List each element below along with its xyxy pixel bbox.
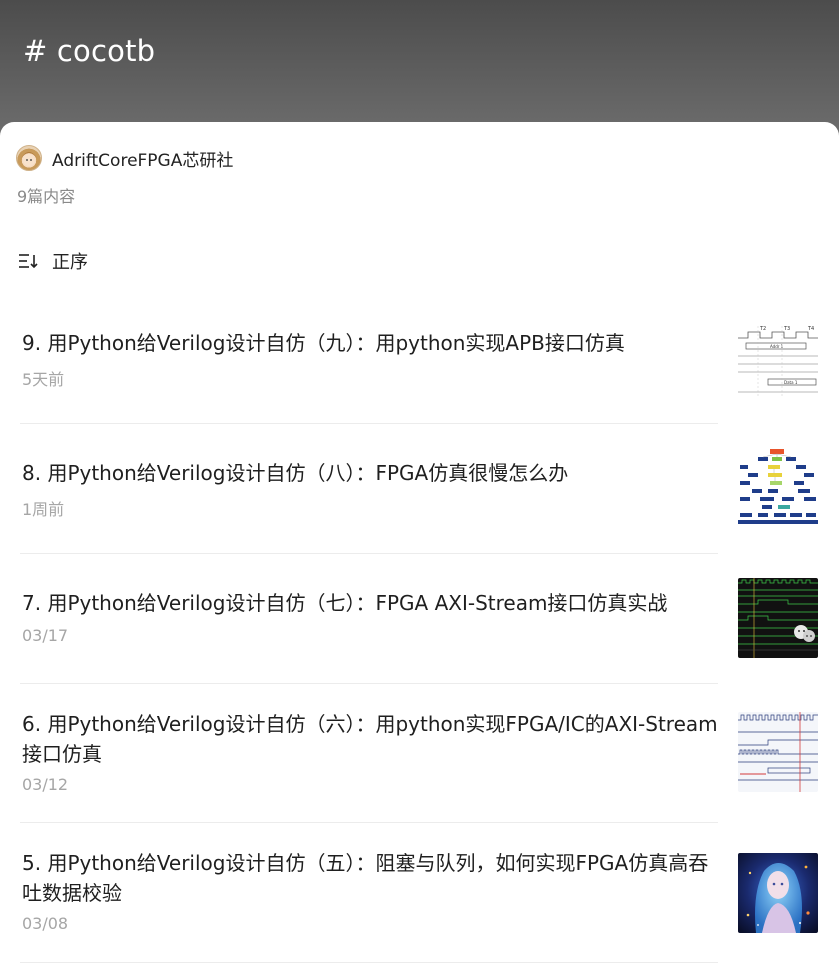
divider (20, 553, 718, 554)
article-time: 1周前 (22, 500, 65, 519)
post-count: 9篇内容 (17, 187, 76, 206)
article-title[interactable]: 9. 用Python给Verilog设计自仿（九）：用python实现APB接口… (22, 328, 718, 358)
page: # cocotb AdriftCoreFPGA芯研社 9篇内容 正序 9. 用P… (0, 0, 839, 972)
timing-diagram-thumbnail[interactable]: T2 T3 T4 Addr 1 Data 1 (738, 326, 818, 406)
topic-title: # cocotb (23, 34, 156, 68)
divider (20, 822, 718, 823)
sort-order-icon (19, 254, 38, 269)
illustration-thumbnail[interactable] (738, 853, 818, 933)
avatar[interactable] (16, 145, 42, 171)
author-info[interactable]: AdriftCoreFPGA芯研社 (16, 145, 233, 171)
article-title[interactable]: 5. 用Python给Verilog设计自仿（五）：阻塞与队列，如何实现FPGA… (22, 848, 718, 908)
list-item[interactable]: 6. 用Python给Verilog设计自仿（六）：用python实现FPGA/… (22, 709, 818, 804)
article-title[interactable]: 7. 用Python给Verilog设计自仿（七）：FPGA AXI-Strea… (22, 588, 718, 618)
list-item[interactable]: 5. 用Python给Verilog设计自仿（五）：阻塞与队列，如何实现FPGA… (22, 848, 818, 943)
waveform-light-thumbnail[interactable] (738, 712, 818, 792)
sort-toggle[interactable]: 正序 (18, 248, 88, 274)
list-item[interactable]: 9. 用Python给Verilog设计自仿（九）：用python实现APB接口… (22, 326, 818, 408)
article-title[interactable]: 6. 用Python给Verilog设计自仿（六）：用python实现FPGA/… (22, 709, 718, 769)
list-item[interactable]: 8. 用Python给Verilog设计自仿（八）：FPGA仿真很慢怎么办 1周… (22, 448, 818, 538)
svg-text:T4: T4 (807, 326, 814, 332)
content-card: AdriftCoreFPGA芯研社 9篇内容 正序 (0, 122, 839, 972)
article-time: 03/17 (22, 626, 69, 645)
divider (20, 423, 718, 424)
sort-label: 正序 (52, 252, 88, 273)
svg-text:Data 1: Data 1 (784, 380, 798, 385)
article-time: 03/08 (22, 914, 69, 933)
divider (20, 962, 718, 963)
article-title[interactable]: 8. 用Python给Verilog设计自仿（八）：FPGA仿真很慢怎么办 (22, 458, 718, 488)
waveform-thumbnail[interactable] (738, 578, 818, 658)
svg-text:T2: T2 (759, 326, 766, 332)
list-item[interactable]: 7. 用Python给Verilog设计自仿（七）：FPGA AXI-Strea… (22, 578, 818, 668)
author-name[interactable]: AdriftCoreFPGA芯研社 (52, 146, 233, 171)
svg-text:T3: T3 (783, 326, 790, 332)
topic-header: # cocotb (0, 0, 839, 140)
article-time: 5天前 (22, 370, 65, 389)
svg-text:Addr 1: Addr 1 (770, 344, 784, 349)
article-time: 03/12 (22, 775, 69, 794)
block-diagram-thumbnail[interactable] (738, 448, 818, 528)
divider (20, 683, 718, 684)
